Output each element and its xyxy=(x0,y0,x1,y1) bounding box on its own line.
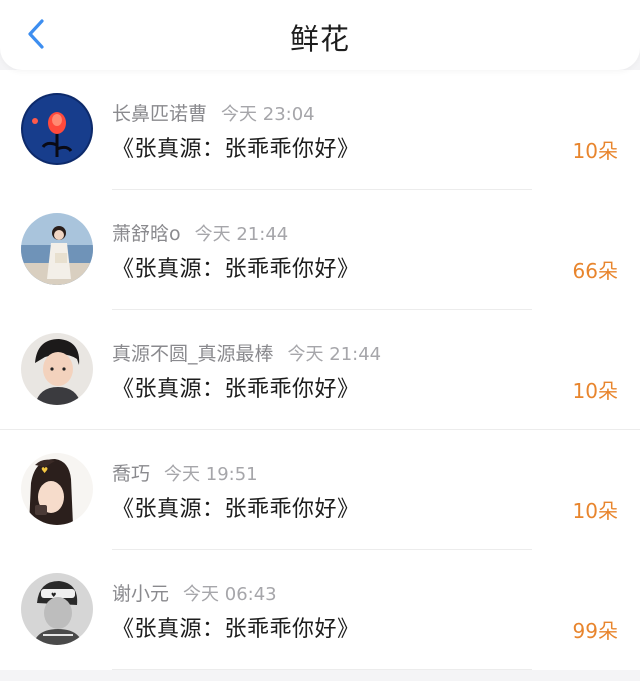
monochrome-portrait-avatar-image: ♥ xyxy=(21,573,93,645)
flower-count: 10朵 xyxy=(572,379,618,403)
avatar[interactable] xyxy=(21,93,93,165)
sender-name[interactable]: 真源不圆_真源最棒 xyxy=(112,343,274,365)
gift-message: 《张真源：张乖乖你好》 xyxy=(112,377,360,402)
sender-name[interactable]: 喬巧 xyxy=(112,463,150,485)
avatar[interactable] xyxy=(21,333,93,405)
item-meta: 长鼻匹诺曹 今天 23:04 xyxy=(112,99,315,126)
gift-message: 《张真源：张乖乖你好》 xyxy=(112,497,360,522)
list-item[interactable]: ♥ 喬巧 今天 19:51 《张真源：张乖乖你好》 10朵 xyxy=(0,430,640,550)
avatar[interactable]: ♥ xyxy=(21,573,93,645)
flowers-page: 鲜花 长鼻匹诺曹 今天 23:04 《张真源：张乖乖你好》 10朵 萧舒晗o 今… xyxy=(0,0,640,681)
top-bar: 鲜花 xyxy=(0,0,640,70)
beach-portrait-avatar-image xyxy=(21,213,93,285)
flower-count: 66朵 xyxy=(572,259,618,283)
divider xyxy=(112,669,532,670)
list-item[interactable]: ♥ 谢小元 今天 06:43 《张真源：张乖乖你好》 99朵 xyxy=(0,550,640,670)
timestamp: 今天 19:51 xyxy=(164,464,258,485)
list-item[interactable]: 长鼻匹诺曹 今天 23:04 《张真源：张乖乖你好》 10朵 xyxy=(0,70,640,190)
flower-count: 10朵 xyxy=(572,139,618,163)
timestamp: 今天 21:44 xyxy=(287,344,382,365)
item-meta: 萧舒晗o 今天 21:44 xyxy=(112,219,288,246)
gift-message: 《张真源：张乖乖你好》 xyxy=(112,617,360,642)
gift-message: 《张真源：张乖乖你好》 xyxy=(112,257,360,282)
timestamp: 今天 21:44 xyxy=(194,224,289,245)
item-meta: 谢小元 今天 06:43 xyxy=(112,579,277,606)
sender-name[interactable]: 萧舒晗o xyxy=(112,223,181,245)
timestamp: 今天 06:43 xyxy=(183,584,277,605)
list-item[interactable]: 萧舒晗o 今天 21:44 《张真源：张乖乖你好》 66朵 xyxy=(0,190,640,310)
sender-name[interactable]: 谢小元 xyxy=(112,583,169,605)
rose-avatar-image xyxy=(21,93,93,165)
list-item[interactable]: 真源不圆_真源最棒 今天 21:44 《张真源：张乖乖你好》 10朵 xyxy=(0,310,640,430)
item-meta: 喬巧 今天 19:51 xyxy=(112,459,258,486)
avatar[interactable]: ♥ xyxy=(21,453,93,525)
flower-count: 10朵 xyxy=(572,499,618,523)
girl-cartoon-avatar-image: ♥ xyxy=(21,453,93,525)
avatar[interactable] xyxy=(21,213,93,285)
flower-gift-list: 长鼻匹诺曹 今天 23:04 《张真源：张乖乖你好》 10朵 萧舒晗o 今天 2… xyxy=(0,70,640,670)
flower-count: 99朵 xyxy=(572,619,618,643)
sender-name[interactable]: 长鼻匹诺曹 xyxy=(112,103,207,125)
page-title: 鲜花 xyxy=(289,22,350,56)
item-meta: 真源不圆_真源最棒 今天 21:44 xyxy=(112,339,381,366)
gift-message: 《张真源：张乖乖你好》 xyxy=(112,137,360,162)
timestamp: 今天 23:04 xyxy=(221,104,315,125)
svg-text:♥: ♥ xyxy=(41,466,48,475)
boy-portrait-avatar-image xyxy=(21,333,93,405)
